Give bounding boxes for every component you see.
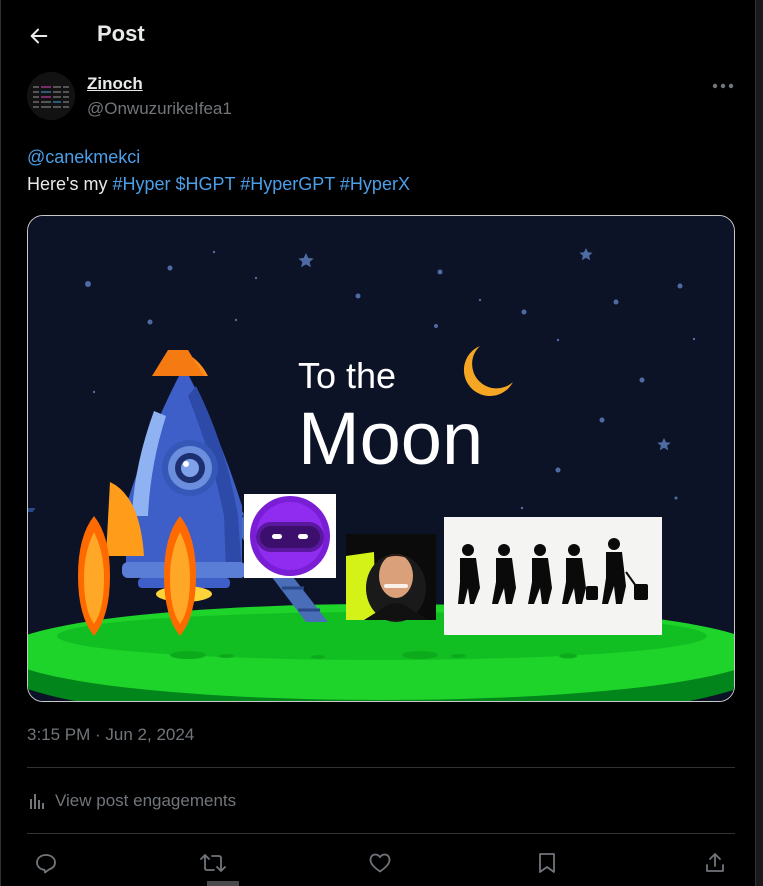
post-column: Post Zinoch @OnwuzurikeIfea1 @canekmekci… bbox=[0, 0, 756, 886]
image-text-to-the: To the bbox=[298, 355, 396, 396]
action-bar bbox=[1, 846, 757, 880]
page-title: Post bbox=[97, 21, 145, 46]
arrow-left-icon bbox=[30, 28, 48, 44]
post-text: @canekmekci Here's my #Hyper $HGPT #Hype… bbox=[27, 144, 727, 198]
reply-icon bbox=[36, 854, 56, 874]
analytics-icon bbox=[30, 794, 44, 809]
bookmark-icon bbox=[539, 853, 555, 873]
post-text-prefix: Here's my bbox=[27, 174, 113, 194]
hashtag-hypergpt[interactable]: #HyperGPT bbox=[240, 174, 335, 194]
divider bbox=[27, 833, 735, 834]
robot-sticker bbox=[244, 494, 336, 578]
repost-button[interactable] bbox=[196, 846, 230, 880]
author-name[interactable]: Zinoch bbox=[87, 74, 143, 94]
engagements-label: View post engagements bbox=[55, 791, 237, 810]
hashtag-hyper[interactable]: #Hyper bbox=[112, 174, 170, 194]
bookmark-button[interactable] bbox=[530, 846, 564, 880]
image-text-moon: Moon bbox=[298, 397, 483, 480]
repost-icon bbox=[200, 854, 226, 872]
view-engagements-button[interactable]: View post engagements bbox=[27, 788, 236, 814]
travelers-silhouette bbox=[444, 517, 662, 635]
cashtag-hgpt[interactable]: $HGPT bbox=[176, 174, 236, 194]
reply-button[interactable] bbox=[29, 846, 63, 880]
author-handle[interactable]: @OnwuzurikeIfea1 bbox=[87, 99, 232, 119]
hashtag-hyperx[interactable]: #HyperX bbox=[340, 174, 410, 194]
share-button[interactable] bbox=[698, 846, 732, 880]
scrollbar-thumb[interactable] bbox=[207, 881, 239, 886]
post-timestamp[interactable]: 3:15 PM · Jun 2, 2024 bbox=[27, 725, 194, 745]
mention-link[interactable]: @canekmekci bbox=[27, 147, 140, 167]
post-header: Post bbox=[1, 0, 757, 68]
share-icon bbox=[706, 853, 724, 872]
scrollbar-track[interactable] bbox=[756, 0, 763, 886]
more-options-button[interactable] bbox=[707, 72, 739, 100]
divider bbox=[27, 767, 735, 768]
more-icon bbox=[712, 83, 734, 89]
avatar[interactable] bbox=[27, 72, 75, 120]
heart-icon bbox=[369, 853, 391, 873]
person-photo bbox=[346, 534, 436, 622]
post-image[interactable]: To the Moon bbox=[27, 215, 735, 702]
like-button[interactable] bbox=[363, 846, 397, 880]
back-button[interactable] bbox=[19, 16, 59, 56]
